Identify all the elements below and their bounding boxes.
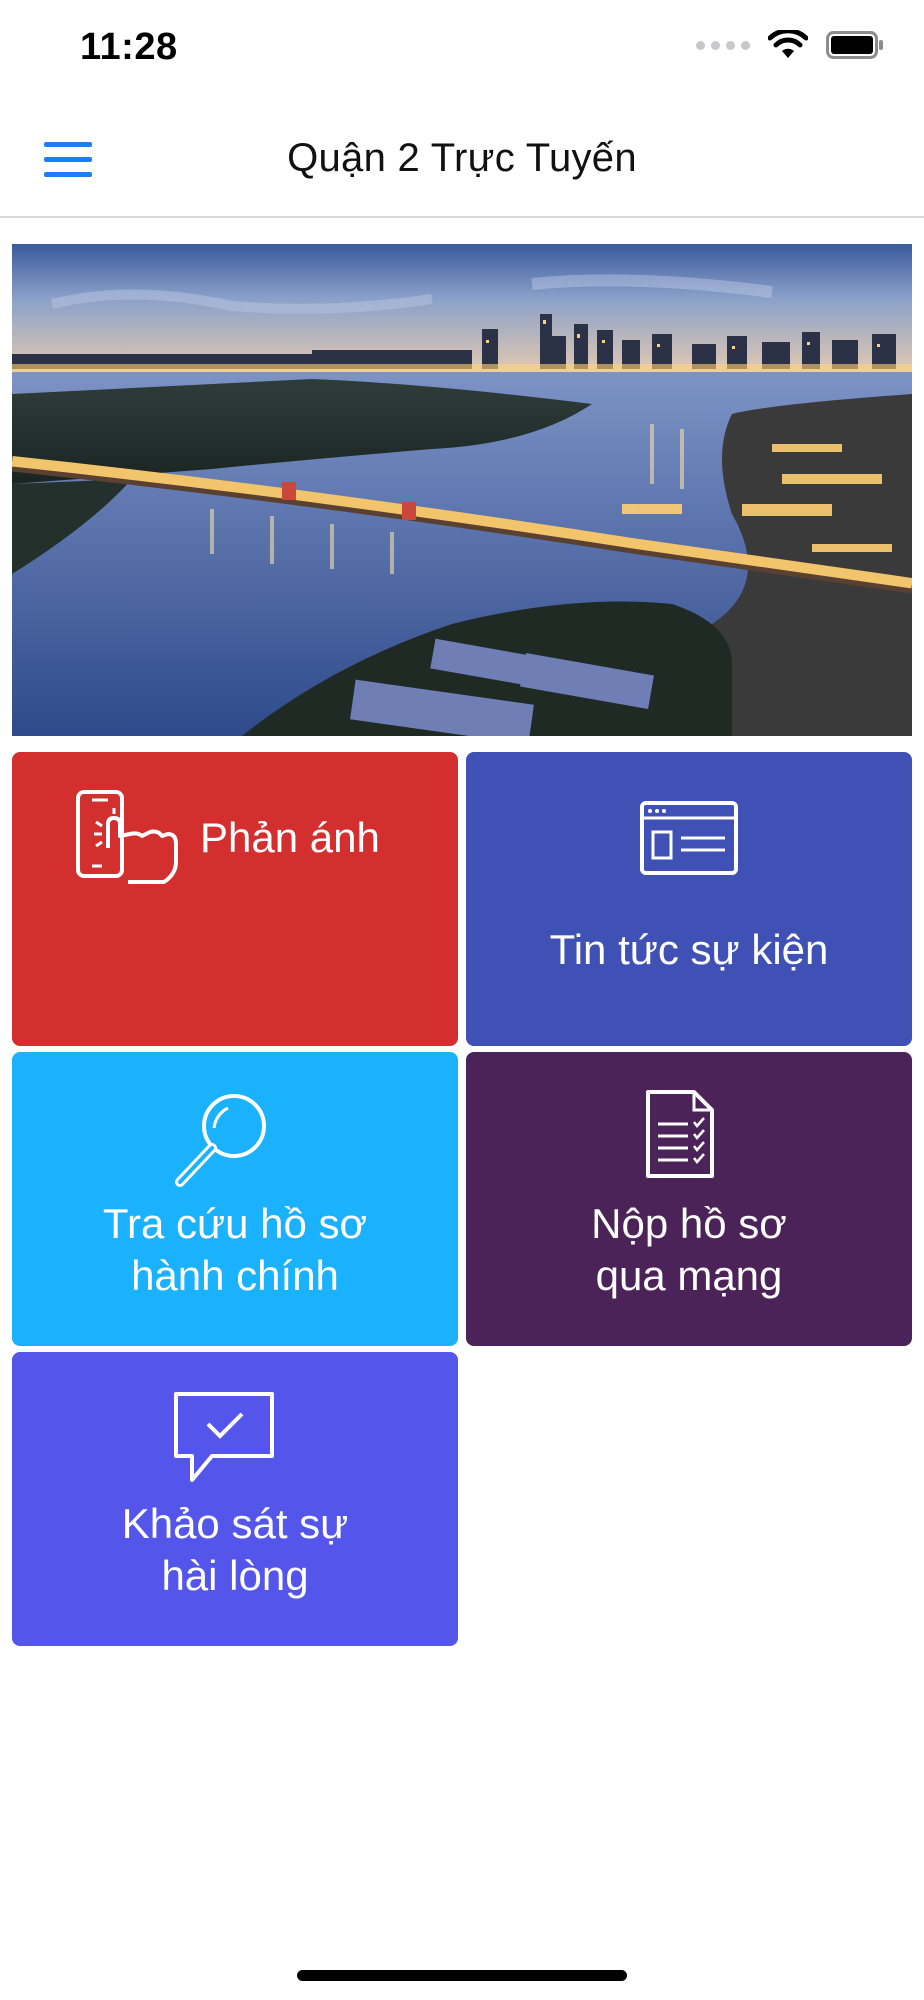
tile-label: Tra cứu hồ sơ hành chính [12, 1198, 458, 1302]
city-night-river-photo [12, 244, 912, 736]
tile-tra-cuu-ho-so[interactable]: Tra cứu hồ sơ hành chính [12, 1052, 458, 1346]
tile-label-line2: hành chính [131, 1252, 339, 1299]
cellular-signal-icon [696, 40, 750, 50]
status-time: 11:28 [80, 26, 178, 68]
status-bar: 11:28 [0, 0, 924, 100]
chat-check-icon [174, 1392, 274, 1482]
home-indicator[interactable] [297, 1970, 627, 1981]
browser-window-icon [640, 801, 738, 875]
tile-phan-anh[interactable]: Phản ánh [12, 752, 458, 1046]
tile-tin-tuc-su-kien[interactable]: Tin tức sự kiện [466, 752, 912, 1046]
tile-label: Khảo sát sự hài lòng [12, 1498, 458, 1602]
tile-label-line1: Nộp hồ sơ [591, 1200, 787, 1247]
status-icons [696, 30, 884, 60]
tile-label: Nộp hồ sơ qua mạng [466, 1198, 912, 1302]
document-checklist-icon [646, 1090, 714, 1178]
tile-nop-ho-so[interactable]: Nộp hồ sơ qua mạng [466, 1052, 912, 1346]
navigation-bar: Quận 2 Trực Tuyến [0, 100, 924, 218]
tile-label: Tin tức sự kiện [549, 926, 829, 973]
tile-label-line1: Khảo sát sự [121, 1500, 349, 1547]
tile-label-line2: qua mạng [595, 1252, 783, 1299]
page-title: Quận 2 Trực Tuyến [287, 136, 637, 180]
tile-label-line2: hài lòng [161, 1552, 309, 1599]
battery-icon [826, 31, 883, 59]
magnifier-icon [175, 1094, 266, 1187]
tile-khao-sat-su-hai-long[interactable]: Khảo sát sự hài lòng [12, 1352, 458, 1646]
wifi-icon [768, 30, 808, 58]
touch-phone-icon [76, 790, 178, 884]
banner-image [12, 244, 912, 736]
tile-label-line1: Tra cứu hồ sơ [102, 1200, 368, 1247]
tile-label: Phản ánh [200, 814, 380, 861]
